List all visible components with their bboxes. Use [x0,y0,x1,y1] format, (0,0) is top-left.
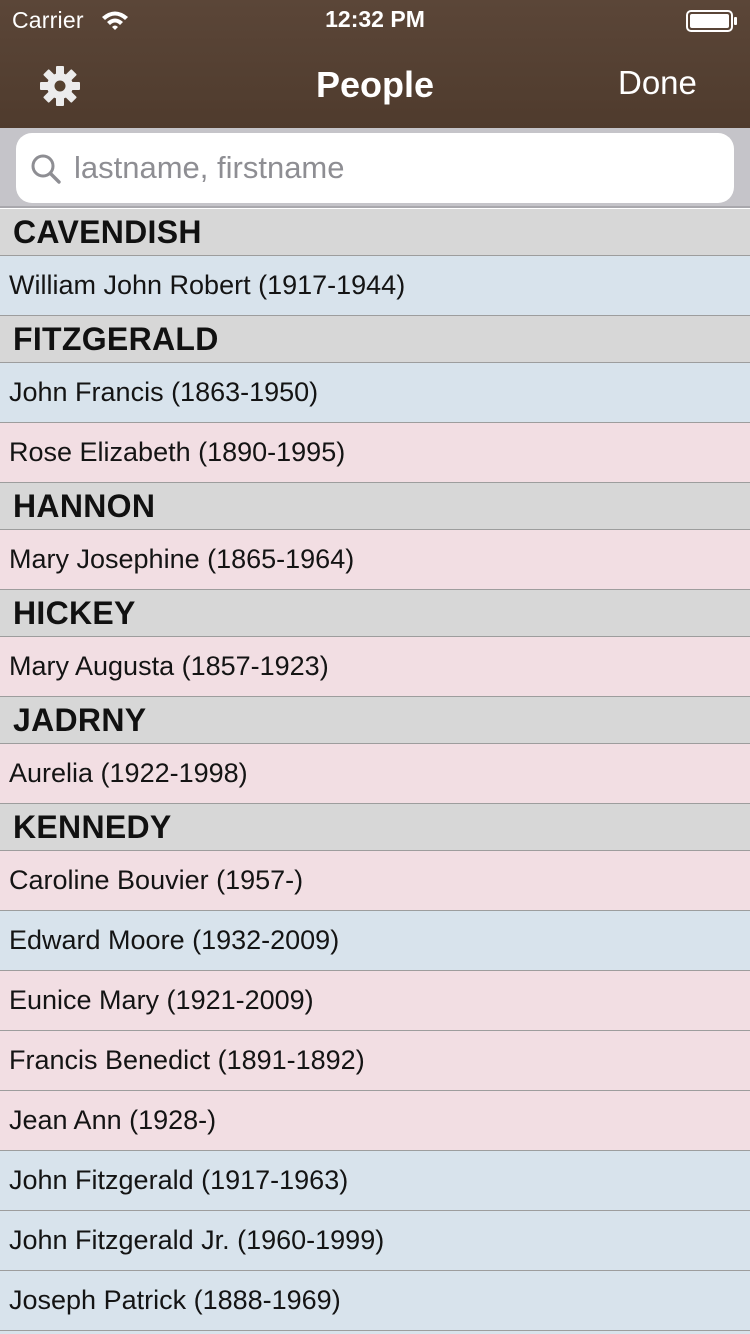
person-row[interactable]: Caroline Bouvier (1957-) [0,851,750,911]
person-row[interactable]: Francis Benedict (1891-1892) [0,1031,750,1091]
person-row[interactable]: John Fitzgerald (1917-1963) [0,1151,750,1211]
person-row[interactable]: Mary Augusta (1857-1923) [0,637,750,697]
navigation-bar: People Done [0,40,750,128]
person-row[interactable]: William John Robert (1917-1944) [0,256,750,316]
clock: 12:32 PM [325,6,425,32]
person-row[interactable]: John Francis (1863-1950) [0,363,750,423]
person-row[interactable]: Joseph Patrick (1888-1969) [0,1271,750,1331]
person-row[interactable]: Jean Ann (1928-) [0,1091,750,1151]
status-bar: Carrier 12:32 PM [0,0,750,40]
section-header: HICKEY [0,590,750,637]
section-header: FITZGERALD [0,316,750,363]
person-row[interactable]: Rose Elizabeth (1890-1995) [0,423,750,483]
search-input[interactable] [74,146,714,190]
done-button[interactable]: Done [618,64,697,102]
search-bar [0,128,750,208]
section-header: JADRNY [0,697,750,744]
person-row[interactable]: John Fitzgerald Jr. (1960-1999) [0,1211,750,1271]
people-list: CAVENDISH William John Robert (1917-1944)… [0,209,750,1334]
person-row[interactable]: Aurelia (1922-1998) [0,744,750,804]
section-header: HANNON [0,483,750,530]
person-row[interactable]: Mary Josephine (1865-1964) [0,530,750,590]
battery-icon [686,10,737,32]
search-icon [31,154,61,184]
section-header: KENNEDY [0,804,750,851]
section-header: CAVENDISH [0,209,750,256]
top-bar: Carrier 12:32 PM People Done [0,0,750,128]
person-row[interactable]: Eunice Mary (1921-2009) [0,971,750,1031]
search-field[interactable] [16,133,734,203]
person-row[interactable]: Edward Moore (1932-2009) [0,911,750,971]
